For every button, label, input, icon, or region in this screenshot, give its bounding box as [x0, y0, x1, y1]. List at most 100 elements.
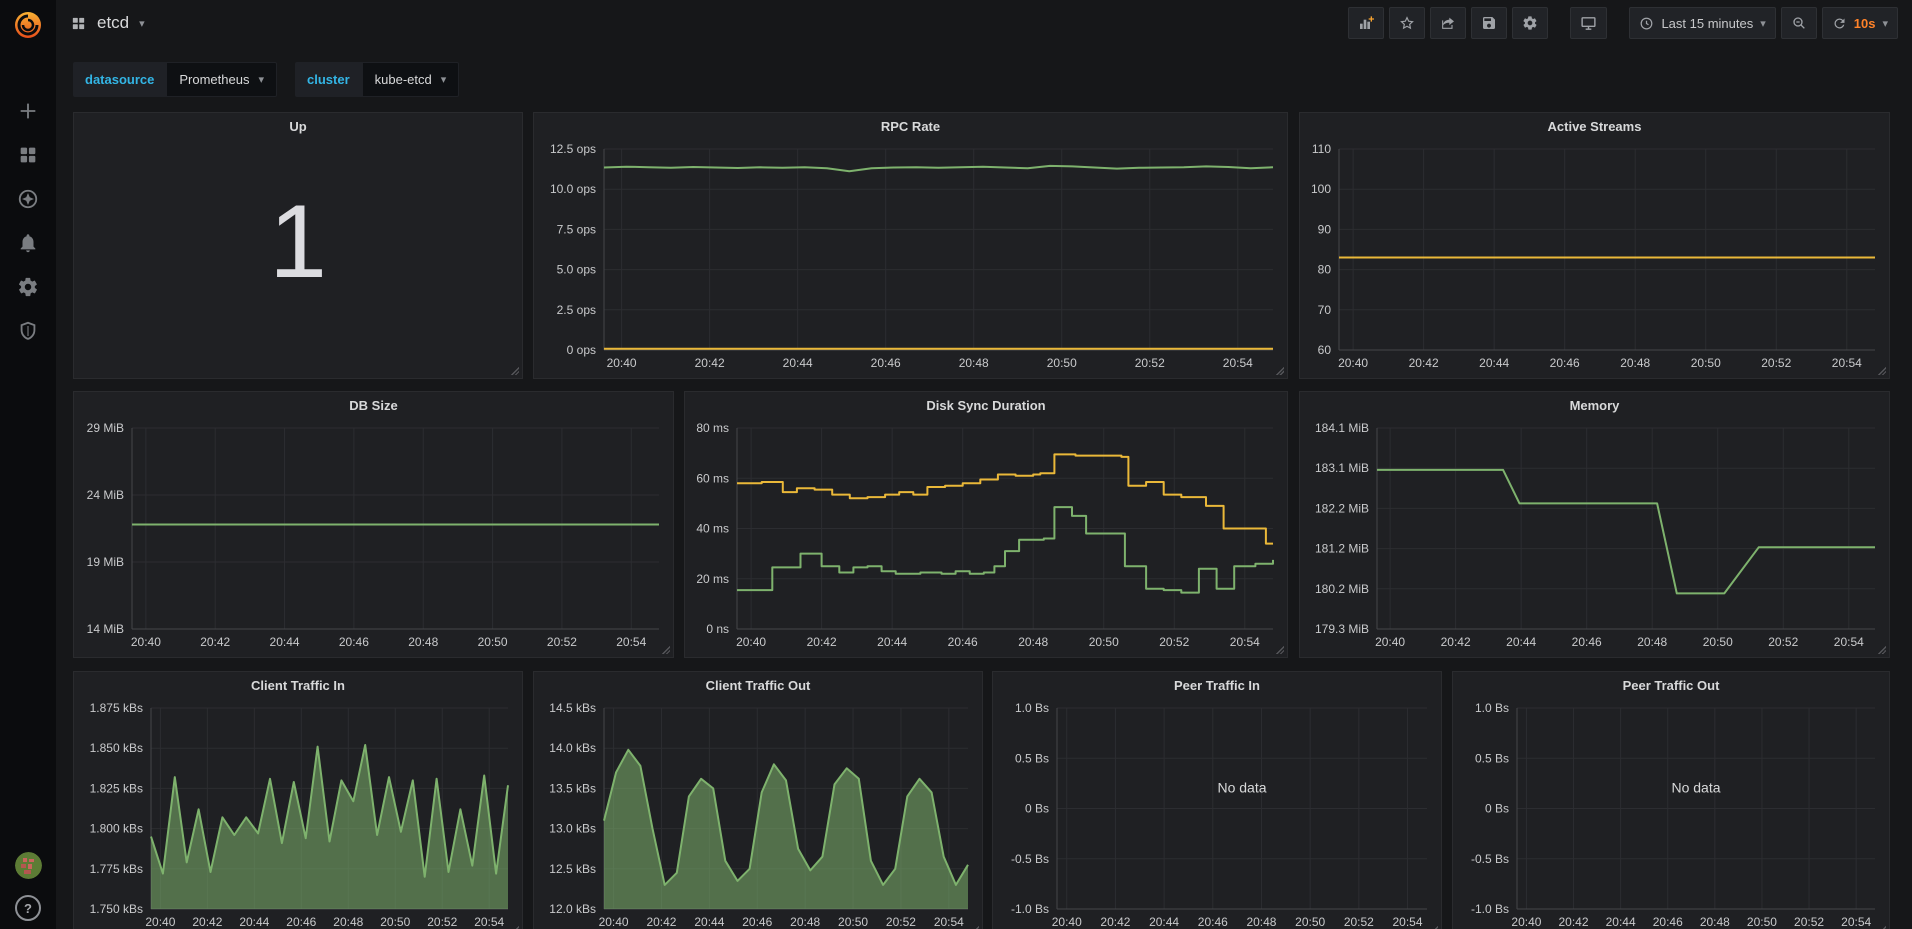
panel-title[interactable]: RPC Rate [534, 113, 1287, 139]
user-avatar[interactable] [15, 852, 42, 879]
panel-title[interactable]: Peer Traffic Out [1453, 672, 1889, 698]
panel-resize-handle[interactable] [1275, 645, 1284, 654]
variable-datasource[interactable]: datasource Prometheus▾ [73, 62, 277, 97]
x-tick-label: 20:48 [790, 915, 820, 929]
x-tick-label: 20:48 [959, 356, 989, 370]
variable-label: datasource [73, 62, 166, 97]
no-data-label: No data [1217, 779, 1266, 795]
explore-compass-icon[interactable] [17, 188, 39, 210]
panel-title[interactable]: Peer Traffic In [993, 672, 1441, 698]
panel-resize-handle[interactable] [510, 366, 519, 375]
x-tick-label: 20:40 [736, 635, 766, 649]
sidebar: ? [0, 0, 56, 929]
chevron-down-icon: ▾ [1760, 17, 1766, 30]
x-tick-label: 20:40 [131, 635, 161, 649]
panel-resize-handle[interactable] [1877, 366, 1886, 375]
refresh-picker[interactable]: 10s ▾ [1822, 7, 1898, 39]
x-tick-label: 20:54 [1230, 635, 1260, 649]
alerting-bell-icon[interactable] [17, 232, 39, 254]
dashboard-settings-button[interactable] [1512, 7, 1548, 39]
y-tick-label: 1.0 Bs [1015, 701, 1049, 715]
variable-cluster[interactable]: cluster kube-etcd▾ [295, 62, 459, 97]
y-tick-label: 70 [1318, 303, 1332, 317]
chart-db-size[interactable]: 20:4020:4220:4420:4620:4820:5020:5220:54… [78, 418, 669, 653]
x-tick-label: 20:52 [547, 635, 577, 649]
add-panel-icon [1358, 15, 1374, 31]
y-tick-label: 1.750 kBs [90, 902, 143, 916]
help-icon[interactable]: ? [15, 895, 41, 921]
panel-peer-traffic-in: Peer Traffic In20:4020:4220:4420:4620:48… [992, 671, 1442, 929]
dashboard-grid-icon [70, 15, 87, 32]
x-tick-label: 20:50 [1047, 356, 1077, 370]
singlestat-value: 1 [74, 139, 522, 346]
chart-client-traffic-out[interactable]: 20:4020:4220:4420:4620:4820:5020:5220:54… [538, 698, 978, 929]
y-tick-label: 1.850 kBs [90, 741, 143, 755]
panel-title[interactable]: Client Traffic In [74, 672, 522, 698]
x-tick-label: 20:52 [1768, 635, 1798, 649]
dashboard-title-button[interactable]: etcd ▾ [70, 13, 145, 33]
x-tick-label: 20:40 [1338, 356, 1368, 370]
y-tick-label: -1.0 Bs [1011, 902, 1049, 916]
star-button[interactable] [1389, 7, 1425, 39]
x-tick-label: 20:50 [1703, 635, 1733, 649]
x-tick-label: 20:46 [1572, 635, 1602, 649]
panel-resize-handle[interactable] [1275, 366, 1284, 375]
chart-peer-traffic-in[interactable]: 20:4020:4220:4420:4620:4820:5020:5220:54… [997, 698, 1437, 929]
share-button[interactable] [1430, 7, 1466, 39]
variable-value: Prometheus [179, 72, 249, 87]
configuration-gear-icon[interactable] [17, 276, 39, 298]
x-tick-label: 20:44 [783, 356, 813, 370]
y-tick-label: 80 ms [696, 421, 729, 435]
x-tick-label: 20:46 [742, 915, 772, 929]
time-range-picker[interactable]: Last 15 minutes ▾ [1629, 7, 1775, 39]
chart-disk-sync-duration[interactable]: 20:4020:4220:4420:4620:4820:5020:5220:54… [689, 418, 1283, 653]
x-tick-label: 20:46 [1653, 915, 1683, 929]
y-tick-label: 0.5 Bs [1475, 751, 1509, 765]
panel-title[interactable]: Up [74, 113, 522, 139]
save-button[interactable] [1471, 7, 1507, 39]
chart-peer-traffic-out[interactable]: 20:4020:4220:4420:4620:4820:5020:5220:54… [1457, 698, 1885, 929]
panel-client-traffic-out: Client Traffic Out20:4020:4220:4420:4620… [533, 671, 983, 929]
grafana-dashboard: ? etcd ▾ [0, 0, 1912, 929]
panel-resize-handle[interactable] [1877, 645, 1886, 654]
add-panel-button[interactable] [1348, 7, 1384, 39]
share-icon [1440, 15, 1456, 31]
panel-resize-handle[interactable] [510, 925, 519, 929]
grafana-logo[interactable] [12, 8, 44, 40]
chart-rpc-rate[interactable]: 20:4020:4220:4420:4620:4820:5020:5220:54… [538, 139, 1283, 374]
x-tick-label: 20:42 [1100, 915, 1130, 929]
chevron-down-icon: ▾ [441, 73, 447, 86]
panel-resize-handle[interactable] [1877, 925, 1886, 929]
cycle-view-mode-button[interactable] [1570, 7, 1607, 39]
panel-title[interactable]: Client Traffic Out [534, 672, 982, 698]
panel-client-traffic-in: Client Traffic In20:4020:4220:4420:4620:… [73, 671, 523, 929]
x-tick-label: 20:50 [478, 635, 508, 649]
chart-memory[interactable]: 20:4020:4220:4420:4620:4820:5020:5220:54… [1304, 418, 1885, 653]
panel-title[interactable]: Active Streams [1300, 113, 1889, 139]
panel-rpc-rate: RPC Rate20:4020:4220:4420:4620:4820:5020… [533, 112, 1288, 379]
y-tick-label: 182.2 MiB [1315, 501, 1369, 515]
panel-title[interactable]: DB Size [74, 392, 673, 418]
x-tick-label: 20:42 [1441, 635, 1471, 649]
panel-resize-handle[interactable] [661, 645, 670, 654]
x-tick-label: 20:52 [1135, 356, 1165, 370]
y-tick-label: 0 ops [567, 343, 596, 357]
chart-client-traffic-in[interactable]: 20:4020:4220:4420:4620:4820:5020:5220:54… [78, 698, 518, 929]
panel-title[interactable]: Memory [1300, 392, 1889, 418]
plus-icon[interactable] [17, 100, 39, 122]
x-tick-label: 20:40 [1375, 635, 1405, 649]
dashboards-icon[interactable] [17, 144, 39, 166]
zoom-out-icon [1791, 15, 1807, 31]
panel-title[interactable]: Disk Sync Duration [685, 392, 1287, 418]
y-tick-label: 80 [1318, 263, 1332, 277]
panel-resize-handle[interactable] [1429, 925, 1438, 929]
x-tick-label: 20:44 [239, 915, 269, 929]
chart-active-streams[interactable]: 20:4020:4220:4420:4620:4820:5020:5220:54… [1304, 139, 1885, 374]
x-tick-label: 20:54 [1834, 635, 1864, 649]
y-tick-label: 24 MiB [87, 488, 124, 502]
x-tick-label: 20:44 [1606, 915, 1636, 929]
server-admin-shield-icon[interactable] [17, 320, 39, 342]
panel-resize-handle[interactable] [970, 925, 979, 929]
zoom-out-button[interactable] [1781, 7, 1817, 39]
x-tick-label: 20:54 [1223, 356, 1253, 370]
